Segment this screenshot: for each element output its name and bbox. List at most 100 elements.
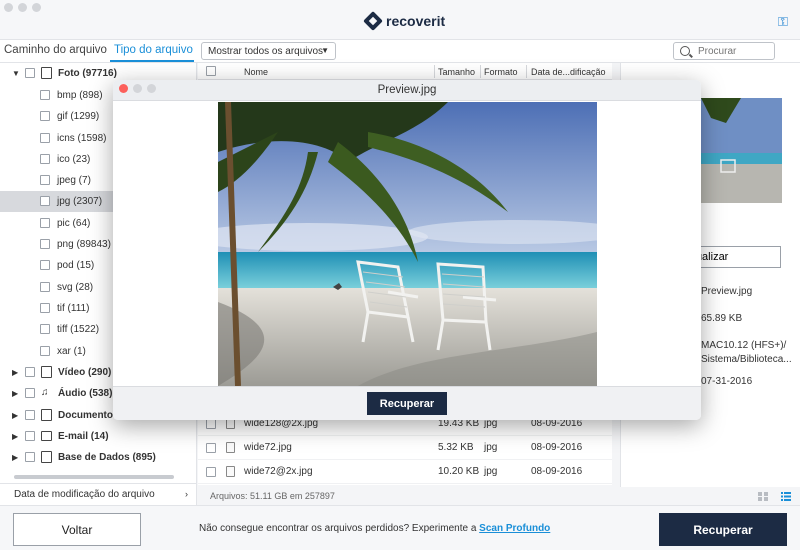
detail-path-line2: Sistema/Biblioteca...: [701, 354, 792, 365]
checkbox[interactable]: [25, 431, 35, 441]
tree-item-label: gif (1299): [57, 111, 100, 122]
file-date: 08-09-2016: [531, 442, 583, 453]
tree-item-label: Foto (97716): [58, 68, 117, 79]
preview-dialog: Preview.jpg Recuperar: [113, 80, 701, 420]
preview-image: [218, 102, 597, 386]
checkbox[interactable]: [206, 467, 216, 477]
chevron-right-icon[interactable]: ▶: [12, 368, 18, 377]
file-size: 5.32 KB: [438, 442, 474, 453]
file-row[interactable]: wide72.jpg 5.32 KB jpg 08-09-2016: [198, 436, 612, 460]
grid-view-icon[interactable]: [758, 492, 768, 501]
tree-item-email[interactable]: ▶ E-mail (14): [0, 426, 196, 447]
key-icon[interactable]: ⚿: [778, 15, 790, 28]
preview-dialog-titlebar: Preview.jpg: [113, 80, 701, 101]
checkbox[interactable]: [40, 303, 50, 313]
search-box[interactable]: [673, 42, 775, 60]
chevron-down-icon[interactable]: ▼: [12, 69, 20, 78]
tree-item-label: xar (1): [57, 346, 86, 357]
file-thumbnail: [701, 98, 782, 203]
chevron-right-icon: ›: [185, 489, 188, 499]
audio-icon: ♫: [41, 387, 49, 398]
file-row[interactable]: wide72@2x.jpg 10.20 KB jpg 08-09-2016: [198, 460, 612, 484]
checkbox[interactable]: [40, 260, 50, 270]
checkbox[interactable]: [40, 324, 50, 334]
column-size[interactable]: Tamanho: [438, 67, 475, 77]
active-tab-indicator: [110, 60, 194, 62]
checkbox[interactable]: [206, 419, 216, 429]
tree-item-label: E-mail (14): [58, 431, 109, 442]
checkbox[interactable]: [40, 346, 50, 356]
checkbox[interactable]: [40, 111, 50, 121]
checkbox[interactable]: [40, 218, 50, 228]
list-view-icon[interactable]: [781, 492, 791, 501]
checkbox[interactable]: [40, 90, 50, 100]
file-date: 08-09-2016: [531, 466, 583, 477]
sort-option-label: Data de modificação do arquivo: [14, 489, 155, 500]
tab-file-path[interactable]: Caminho do arquivo: [4, 44, 107, 56]
status-bar: Arquivos: 51.11 GB em 257897: [198, 487, 800, 505]
select-all-checkbox[interactable]: [206, 66, 216, 76]
preview-recover-button[interactable]: Recuperar: [367, 392, 447, 415]
detail-file-size: 65.89 KB: [701, 313, 743, 324]
tree-item-label: icns (1598): [57, 133, 107, 144]
tree-item-label: pic (64): [57, 218, 91, 229]
toolbar: Caminho do arquivo Tipo do arquivo Mostr…: [0, 40, 800, 63]
preview-dialog-title: Preview.jpg: [377, 84, 437, 96]
file-list-header: Nome Tamanho Formato Data de...dificação: [198, 63, 612, 80]
recover-button[interactable]: Recuperar: [659, 513, 787, 546]
checkbox[interactable]: [40, 239, 50, 249]
sidebar-horizontal-scrollbar[interactable]: [14, 475, 174, 479]
chevron-right-icon[interactable]: ▶: [12, 389, 18, 398]
document-icon: [41, 409, 52, 421]
app-logo: recoverit: [363, 11, 446, 31]
file-format: jpg: [484, 466, 498, 477]
deep-scan-hint-text: Não consegue encontrar os arquivos perdi…: [199, 523, 480, 534]
checkbox[interactable]: [40, 175, 50, 185]
chevron-right-icon[interactable]: ▶: [12, 411, 18, 420]
column-name[interactable]: Nome: [244, 67, 268, 77]
tree-item-label: tiff (1522): [57, 324, 100, 335]
deep-scan-link[interactable]: Scan Profundo: [479, 523, 550, 534]
image-file-icon: [226, 442, 235, 453]
back-button[interactable]: Voltar: [13, 513, 141, 546]
checkbox[interactable]: [25, 367, 35, 377]
column-modified-date[interactable]: Data de...dificação: [531, 67, 606, 77]
tree-item-label: png (89843): [57, 239, 111, 250]
tree-item-label: pod (15): [57, 260, 95, 271]
tree-item-label: tif (111): [57, 303, 90, 314]
column-divider: [480, 65, 481, 78]
window-close-button[interactable]: [4, 3, 13, 12]
window-minimize-button[interactable]: [18, 3, 27, 12]
recoverit-logo-icon: [363, 11, 383, 31]
checkbox[interactable]: [25, 388, 35, 398]
chevron-right-icon[interactable]: ▶: [12, 432, 18, 441]
checkbox[interactable]: [40, 133, 50, 143]
checkbox[interactable]: [206, 443, 216, 453]
database-icon: [41, 451, 52, 463]
tab-file-type[interactable]: Tipo do arquivo: [114, 44, 193, 56]
chevron-right-icon[interactable]: ▶: [12, 453, 18, 462]
checkbox[interactable]: [40, 282, 50, 292]
sidebar-sort-option[interactable]: Data de modificação do arquivo ›: [0, 483, 197, 505]
checkbox[interactable]: [25, 410, 35, 420]
checkbox[interactable]: [25, 452, 35, 462]
bottom-action-bar: Voltar Não consegue encontrar os arquivo…: [0, 505, 800, 550]
tree-item-label: Vídeo (290): [58, 367, 112, 378]
file-filter-dropdown[interactable]: Mostrar todos os arquivos ▼: [201, 42, 336, 60]
photo-icon: [41, 67, 52, 79]
window-zoom-button[interactable]: [32, 3, 41, 12]
column-format[interactable]: Formato: [484, 67, 518, 77]
detail-file-name: Preview.jpg: [701, 286, 753, 297]
tree-item-label: svg (28): [57, 282, 94, 293]
checkbox[interactable]: [25, 68, 35, 78]
detail-modified-date: 07-31-2016: [701, 376, 753, 387]
tree-item-database[interactable]: ▶ Base de Dados (895): [0, 447, 196, 468]
search-input[interactable]: [698, 44, 770, 58]
checkbox[interactable]: [40, 196, 50, 206]
app-name: recoverit: [386, 13, 446, 29]
tree-item-label: Base de Dados (895): [58, 452, 156, 463]
column-divider: [526, 65, 527, 78]
tree-item-label: bmp (898): [57, 90, 103, 101]
checkbox[interactable]: [40, 154, 50, 164]
tree-item-label: jpeg (7): [57, 175, 91, 186]
